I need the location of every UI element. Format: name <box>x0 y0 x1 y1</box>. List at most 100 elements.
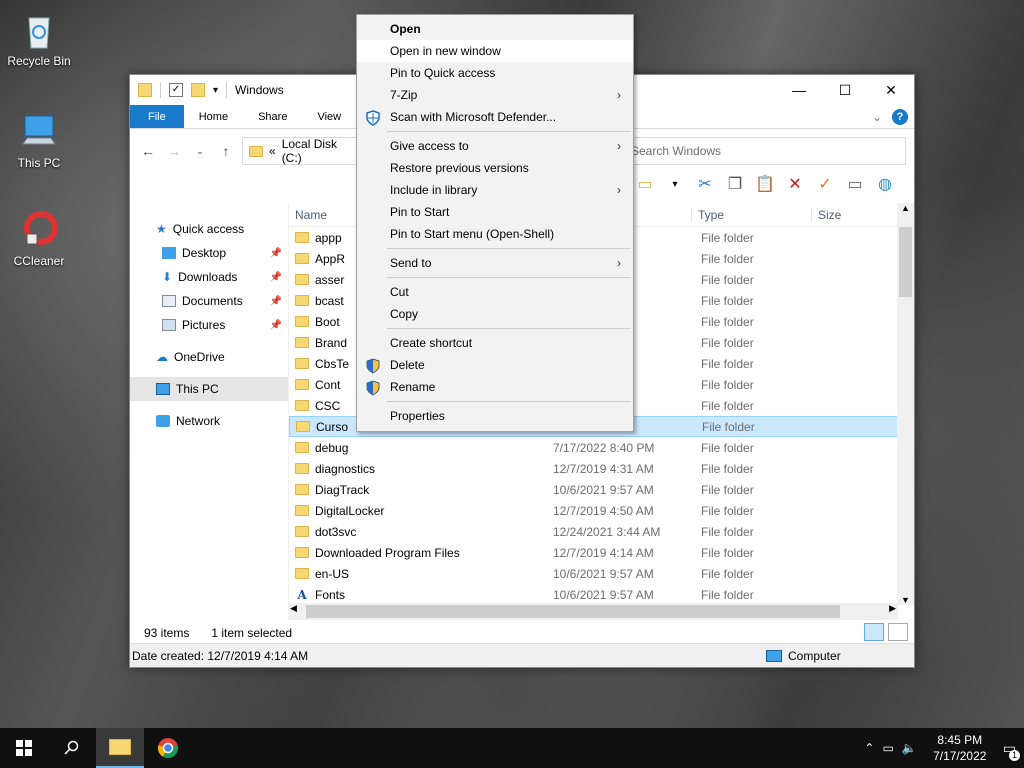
taskbar-chrome[interactable] <box>144 728 192 768</box>
properties-check-icon[interactable]: ✓ <box>169 83 183 97</box>
address-bar[interactable]: « Local Disk (C:) <box>242 137 360 165</box>
desktop-icon-ccleaner[interactable]: CCleaner <box>1 208 77 268</box>
file-row[interactable]: DigitalLocker 12/7/2019 4:50 AM File folde… <box>289 500 914 521</box>
volume-icon[interactable]: 🔈 <box>902 741 917 755</box>
quick-access-dropdown-icon[interactable]: ▾ <box>213 85 218 96</box>
file-row[interactable]: A Fonts 10/6/2021 9:57 AM File folder <box>289 584 914 605</box>
menu-item-restore-previous-versions[interactable]: Restore previous versions <box>357 157 633 179</box>
menu-item-pin-to-start[interactable]: Pin to Start <box>357 201 633 223</box>
move-to-icon[interactable]: ▭ <box>634 173 656 195</box>
nav-downloads[interactable]: ⬇ Downloads 📌 <box>130 265 288 289</box>
vertical-scrollbar[interactable]: ▲ ▼ <box>897 203 914 605</box>
start-button[interactable] <box>0 728 48 768</box>
paste-icon[interactable]: 📋 <box>754 173 776 195</box>
menu-item-open-in-new-window[interactable]: Open in new window <box>357 40 633 62</box>
close-button[interactable]: ✕ <box>868 75 914 105</box>
pin-icon: 📌 <box>269 247 282 259</box>
column-header-type[interactable]: Type <box>691 207 811 222</box>
file-row[interactable]: dot3svc 12/24/2021 3:44 AM File folder <box>289 521 914 542</box>
scroll-left-arrow[interactable]: ◀ <box>290 603 297 614</box>
scroll-right-arrow[interactable]: ▶ <box>889 603 896 614</box>
menu-item-open[interactable]: Open <box>357 18 633 40</box>
search-input[interactable]: Search Windows <box>624 137 906 165</box>
file-name-cell: DiagTrack <box>289 483 551 497</box>
search-button[interactable] <box>48 728 96 768</box>
clock[interactable]: 8:45 PM 7/17/2022 <box>925 732 995 764</box>
nav-pictures[interactable]: Pictures 📌 <box>130 313 288 337</box>
menu-item-scan-with-microsoft-defender[interactable]: Scan with Microsoft Defender... <box>357 106 633 128</box>
menu-item-properties[interactable]: Properties <box>357 405 633 427</box>
file-row[interactable]: DiagTrack 10/6/2021 9:57 AM File folder <box>289 479 914 500</box>
nav-network[interactable]: Network <box>130 409 288 433</box>
address-prefix: « <box>269 144 276 158</box>
large-icons-view-button[interactable] <box>888 623 908 641</box>
file-row[interactable]: Downloaded Program Files 12/7/2019 4:14 A… <box>289 542 914 563</box>
desktop-icon-this-pc[interactable]: This PC <box>1 110 77 170</box>
menu-item-include-in-library[interactable]: Include in library › <box>357 179 633 201</box>
help-icon[interactable]: ? <box>892 108 908 125</box>
details-view-button[interactable] <box>864 623 884 641</box>
menu-item-create-shortcut[interactable]: Create shortcut <box>357 332 633 354</box>
file-row[interactable]: debug 7/17/2022 8:40 PM File folder <box>289 437 914 458</box>
nav-documents[interactable]: Documents 📌 <box>130 289 288 313</box>
copy-icon[interactable]: ❐ <box>724 173 746 195</box>
minimize-button[interactable]: — <box>776 75 822 105</box>
scroll-down-arrow[interactable]: ▼ <box>897 595 914 605</box>
taskbar-file-explorer[interactable] <box>96 728 144 768</box>
globe-icon[interactable]: ◍ <box>874 173 896 195</box>
vertical-scroll-thumb[interactable] <box>899 227 912 297</box>
nav-this-pc[interactable]: This PC <box>130 377 288 401</box>
nav-quick-access[interactable]: ★ Quick access <box>130 217 288 241</box>
menu-item-pin-to-start-menu-open-shell[interactable]: Pin to Start menu (Open-Shell) <box>357 223 633 245</box>
up-button[interactable]: ↑ <box>216 143 236 159</box>
menu-item-7-zip[interactable]: 7-Zip › <box>357 84 633 106</box>
menu-item-delete[interactable]: Delete <box>357 354 633 376</box>
check-icon[interactable]: ✓ <box>814 173 836 195</box>
menu-item-label: Scan with Microsoft Defender... <box>390 110 557 124</box>
file-name-cell: DigitalLocker <box>289 504 551 518</box>
forward-button[interactable]: → <box>164 143 184 159</box>
menu-item-rename[interactable]: Rename <box>357 376 633 398</box>
nav-onedrive[interactable]: ☁ OneDrive <box>130 345 288 369</box>
file-type: File folder <box>701 377 754 392</box>
tab-home[interactable]: Home <box>184 105 243 128</box>
show-hidden-icons-icon[interactable]: ⌃ <box>864 741 874 755</box>
menu-item-give-access-to[interactable]: Give access to › <box>357 135 633 157</box>
tab-share[interactable]: Share <box>243 105 302 128</box>
computer-icon <box>766 649 782 662</box>
file-date: 12/7/2019 4:14 AM <box>553 545 654 560</box>
tab-view[interactable]: View <box>302 105 356 128</box>
notification-center-icon[interactable]: ▭ 1 <box>1003 740 1020 761</box>
new-folder-icon[interactable] <box>191 83 205 97</box>
maximize-button[interactable]: ☐ <box>822 75 868 105</box>
menu-item-copy[interactable]: Copy <box>357 303 633 325</box>
scroll-up-arrow[interactable]: ▲ <box>897 203 914 213</box>
delete-icon[interactable]: ✕ <box>784 173 806 195</box>
submenu-arrow-icon: › <box>617 139 621 153</box>
tab-file[interactable]: File <box>130 105 184 128</box>
network-icon[interactable]: ▭ <box>882 741 893 755</box>
file-date: 12/7/2019 4:50 AM <box>553 503 654 518</box>
horizontal-scroll-thumb[interactable] <box>306 605 840 618</box>
file-row[interactable]: diagnostics 12/7/2019 4:31 AM File folder <box>289 458 914 479</box>
file-type: File folder <box>701 272 754 287</box>
folder-icon <box>295 295 309 306</box>
desktop-icon-recycle-bin[interactable]: Recycle Bin <box>1 8 77 68</box>
nav-desktop[interactable]: Desktop 📌 <box>130 241 288 265</box>
ribbon-expand-icon[interactable]: ⌄ <box>872 110 882 124</box>
toolbar-dropdown-icon[interactable]: ▾ <box>664 173 686 195</box>
column-header-size[interactable]: Size <box>811 207 871 222</box>
menu-item-pin-to-quick-access[interactable]: Pin to Quick access <box>357 62 633 84</box>
item-count: 93 items <box>144 626 190 640</box>
file-row[interactable]: en-US 10/6/2021 9:57 AM File folder <box>289 563 914 584</box>
cut-icon[interactable]: ✂ <box>694 173 716 195</box>
menu-item-send-to[interactable]: Send to › <box>357 252 633 274</box>
horizontal-scrollbar[interactable]: ◀ ▶ <box>288 603 898 620</box>
pin-icon: 📌 <box>269 295 282 307</box>
menu-item-cut[interactable]: Cut <box>357 281 633 303</box>
recent-locations-dropdown[interactable]: ⌄ <box>190 146 210 157</box>
back-button[interactable]: ← <box>138 143 158 159</box>
file-name: AppR <box>315 251 346 266</box>
menu-separator <box>387 248 631 249</box>
rename-icon[interactable]: ▭ <box>844 173 866 195</box>
